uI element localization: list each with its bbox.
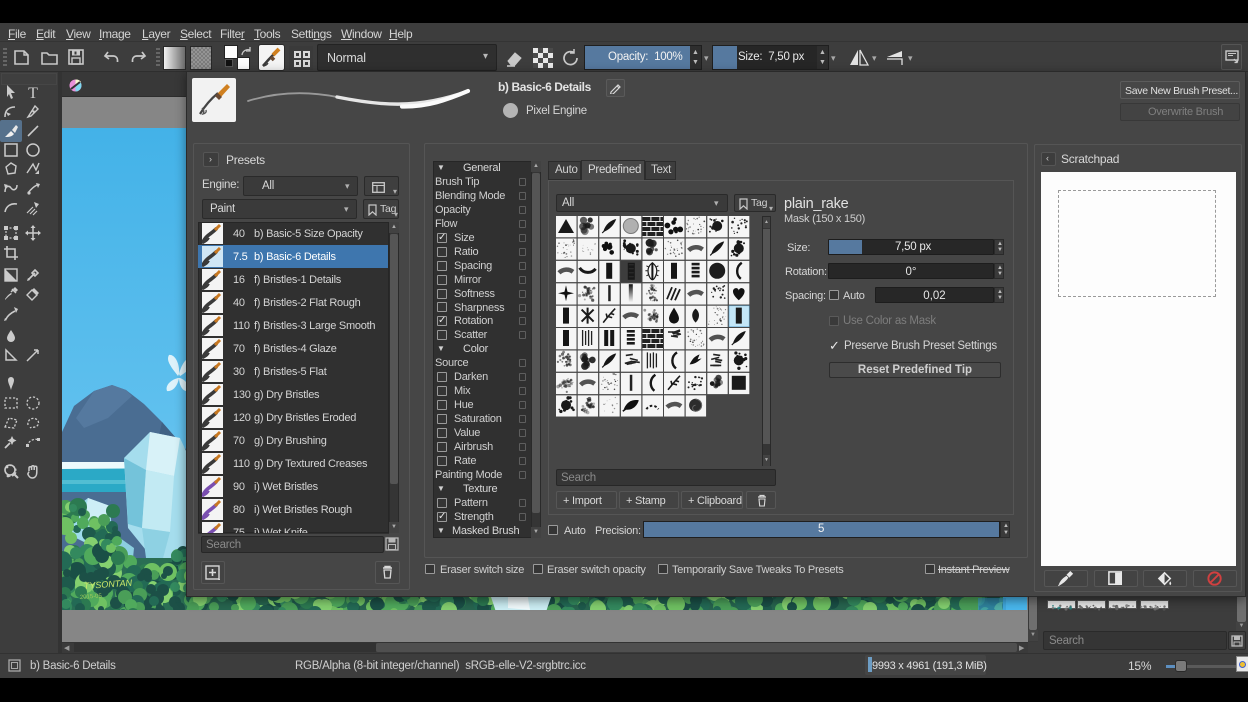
svg-text:T: T: [28, 85, 38, 100]
